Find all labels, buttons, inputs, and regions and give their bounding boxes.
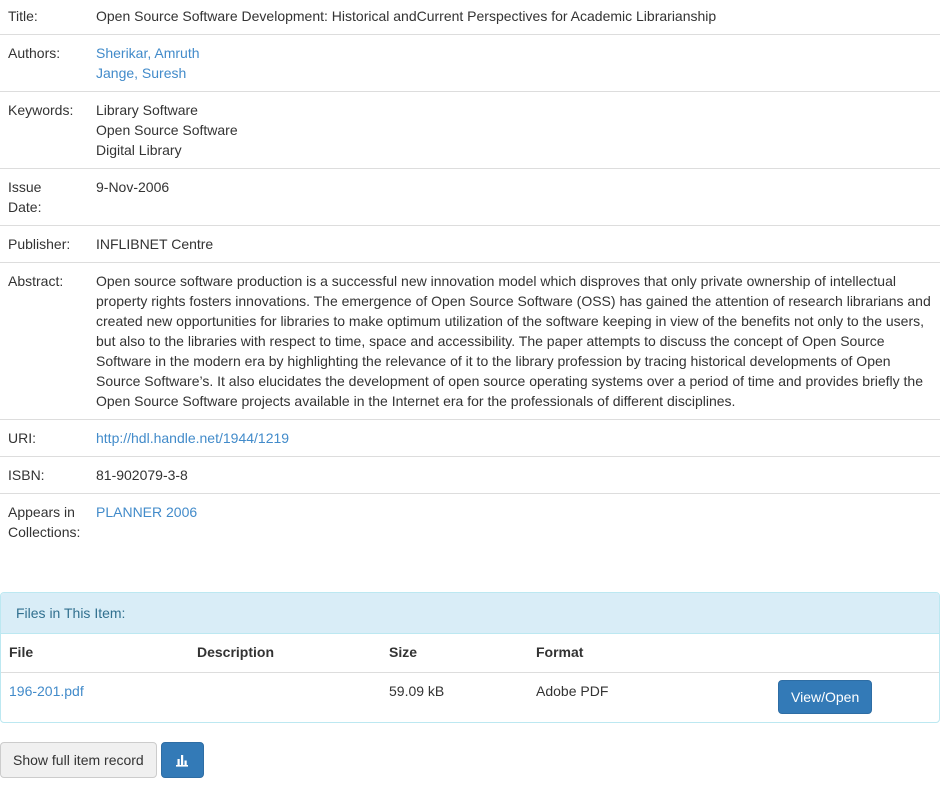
column-header-file: File — [1, 634, 189, 673]
authors-label: Authors: — [0, 34, 88, 92]
item-actions: Show full item record — [0, 742, 942, 778]
issue-date-label: Issue Date: — [0, 168, 88, 226]
metadata-row-isbn: ISBN: 81-902079-3-8 — [0, 456, 940, 494]
isbn-value: 81-902079-3-8 — [88, 456, 940, 494]
collections-label-line: Appears in — [8, 504, 75, 520]
collections-label-line: Collections: — [8, 524, 81, 540]
files-table: File Description Size Format 196-201.pdf… — [1, 634, 939, 722]
size-cell: 59.09 kB — [389, 683, 445, 699]
bar-chart-icon — [176, 755, 189, 767]
issue-date-label-line: Issue — [8, 179, 42, 195]
abstract-label: Abstract: — [0, 262, 88, 420]
isbn-label: ISBN: — [0, 456, 88, 494]
uri-value: http://hdl.handle.net/1944/1219 — [88, 419, 940, 457]
column-header-description: Description — [189, 634, 381, 673]
file-cell: 196-201.pdf — [1, 673, 189, 723]
issue-date-value: 9-Nov-2006 — [88, 168, 940, 226]
metadata-row-keywords: Keywords: Library Software Open Source S… — [0, 91, 940, 169]
publisher-label: Publisher: — [0, 225, 88, 263]
metadata-row-authors: Authors: Sherikar, Amruth Jange, Suresh — [0, 34, 940, 92]
abstract-value: Open source software production is a suc… — [88, 262, 940, 420]
column-header-action — [770, 634, 939, 673]
title-label: Title: — [8, 8, 38, 24]
files-panel-heading: Files in This Item: — [1, 593, 939, 634]
authors-value: Sherikar, Amruth Jange, Suresh — [88, 34, 940, 92]
publisher-value: INFLIBNET Centre — [88, 225, 940, 263]
collection-link[interactable]: PLANNER 2006 — [96, 504, 197, 520]
title-value: Open Source Software Development: Histor… — [96, 8, 717, 24]
action-cell: View/Open — [770, 673, 939, 723]
statistics-button[interactable] — [160, 742, 204, 778]
table-row: 196-201.pdf 59.09 kB Adobe PDF View/Open — [1, 673, 939, 723]
column-header-size: Size — [381, 634, 528, 673]
file-link[interactable]: 196-201.pdf — [9, 683, 84, 699]
collections-label: Appears in Collections: — [0, 493, 88, 592]
keyword: Library Software — [96, 102, 198, 118]
metadata-row-publisher: Publisher: INFLIBNET Centre — [0, 225, 940, 263]
item-metadata-table: Title: Open Source Software Development:… — [0, 0, 940, 592]
view-open-button[interactable]: View/Open — [778, 680, 873, 714]
metadata-row-uri: URI: http://hdl.handle.net/1944/1219 — [0, 419, 940, 457]
uri-label: URI: — [0, 419, 88, 457]
keywords-label: Keywords: — [0, 91, 88, 169]
format-cell: Adobe PDF — [536, 683, 609, 699]
keywords-value: Library Software Open Source Software Di… — [88, 91, 940, 169]
author-link[interactable]: Sherikar, Amruth — [96, 43, 934, 63]
description-cell — [189, 673, 381, 723]
metadata-row-title: Title: Open Source Software Development:… — [0, 0, 940, 35]
show-full-record-button[interactable]: Show full item record — [0, 742, 157, 778]
files-table-header: File Description Size Format — [1, 634, 939, 673]
column-header-format: Format — [528, 634, 770, 673]
collections-value: PLANNER 2006 — [88, 493, 940, 592]
issue-date-label-line: Date: — [8, 199, 42, 215]
uri-link[interactable]: http://hdl.handle.net/1944/1219 — [96, 430, 289, 446]
metadata-row-abstract: Abstract: Open source software productio… — [0, 262, 940, 420]
metadata-row-issue-date: Issue Date: 9-Nov-2006 — [0, 168, 940, 226]
author-link[interactable]: Jange, Suresh — [96, 63, 934, 83]
keyword: Open Source Software — [96, 122, 238, 138]
files-panel: Files in This Item: File Description Siz… — [0, 592, 940, 723]
metadata-row-collections: Appears in Collections: PLANNER 2006 — [0, 493, 940, 592]
keyword: Digital Library — [96, 142, 182, 158]
